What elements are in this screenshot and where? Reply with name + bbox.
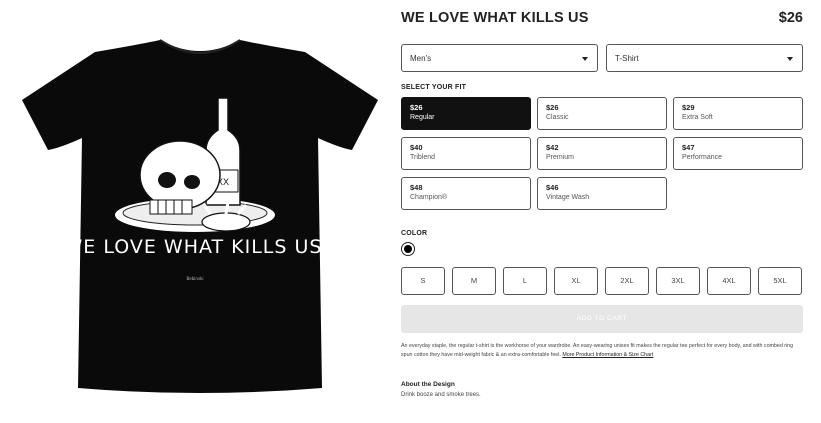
fit-option-champion[interactable]: $48 Champion® bbox=[401, 177, 531, 210]
fit-section-label: SELECT YOUR FIT bbox=[401, 84, 467, 91]
fit-name: Regular bbox=[410, 114, 435, 121]
fit-name: Champion® bbox=[410, 194, 448, 201]
fit-name: Premium bbox=[546, 154, 575, 161]
fit-name: Extra Soft bbox=[682, 114, 713, 121]
size-option-xl[interactable]: XL bbox=[554, 267, 598, 295]
chevron-down-icon bbox=[582, 57, 588, 61]
about-design-title: About the Design bbox=[401, 381, 455, 388]
fit-option-premium[interactable]: $42 Premium bbox=[537, 137, 667, 170]
size-option-m[interactable]: M bbox=[452, 267, 496, 295]
size-option-2xl[interactable]: 2XL bbox=[605, 267, 649, 295]
fit-price: $29 bbox=[682, 103, 695, 112]
color-swatch-dot bbox=[404, 245, 412, 253]
color-section-label: COLOR bbox=[401, 230, 428, 237]
product-type-select-value: T-Shirt bbox=[615, 54, 639, 63]
gender-select-value: Men's bbox=[410, 54, 432, 63]
fit-price: $42 bbox=[546, 143, 559, 152]
fit-name: Triblend bbox=[410, 154, 436, 161]
product-description: An everyday staple, the regular t-shirt … bbox=[401, 342, 803, 360]
product-title: WE LOVE WHAT KILLS US bbox=[401, 10, 589, 26]
gender-select[interactable]: Men's bbox=[401, 44, 598, 72]
size-option-l[interactable]: L bbox=[503, 267, 547, 295]
size-options: S M L XL 2XL 3XL 4XL 5XL bbox=[401, 267, 803, 297]
product-type-select[interactable]: T-Shirt bbox=[606, 44, 803, 72]
fit-option-extra-soft[interactable]: $29 Extra Soft bbox=[673, 97, 803, 130]
fit-name: Classic bbox=[546, 114, 569, 121]
size-option-4xl[interactable]: 4XL bbox=[707, 267, 751, 295]
about-design-text: Drink booze and smoke trees. bbox=[401, 392, 481, 398]
color-swatch-black[interactable] bbox=[401, 242, 415, 256]
fit-option-classic[interactable]: $26 Classic bbox=[537, 97, 667, 130]
fit-name: Vintage Wash bbox=[546, 194, 590, 201]
fit-price: $40 bbox=[410, 143, 423, 152]
fit-price: $26 bbox=[410, 103, 423, 112]
tshirt-illustration: XX WE LOVE WHAT KILLS US Bebinski bbox=[22, 39, 378, 393]
fit-option-triblend[interactable]: $40 Triblend bbox=[401, 137, 531, 170]
fit-name: Performance bbox=[682, 154, 723, 161]
fit-price: $48 bbox=[410, 183, 423, 192]
fit-price: $46 bbox=[546, 183, 559, 192]
chevron-down-icon bbox=[787, 57, 793, 61]
size-option-3xl[interactable]: 3XL bbox=[656, 267, 700, 295]
artwork-text: WE LOVE WHAT KILLS US bbox=[64, 236, 323, 258]
fit-price: $47 bbox=[682, 143, 695, 152]
fit-option-regular[interactable]: $26 Regular bbox=[401, 97, 531, 130]
product-price: $26 bbox=[778, 10, 803, 26]
size-option-5xl[interactable]: 5XL bbox=[758, 267, 802, 295]
artist-signature: Bebinski bbox=[187, 276, 204, 281]
size-chart-link[interactable]: More Product Information & Size Chart bbox=[562, 352, 653, 358]
fit-price: $26 bbox=[546, 103, 559, 112]
add-to-cart-button[interactable]: ADD TO CART bbox=[401, 305, 803, 333]
product-panel: WE LOVE WHAT KILLS US $26 Men's T-Shirt … bbox=[401, 0, 803, 423]
fit-option-vintage-wash[interactable]: $46 Vintage Wash bbox=[537, 177, 667, 210]
fit-option-performance[interactable]: $47 Performance bbox=[673, 137, 803, 170]
size-option-s[interactable]: S bbox=[401, 267, 445, 295]
product-image: XX WE LOVE WHAT KILLS US Bebinski bbox=[0, 0, 395, 423]
